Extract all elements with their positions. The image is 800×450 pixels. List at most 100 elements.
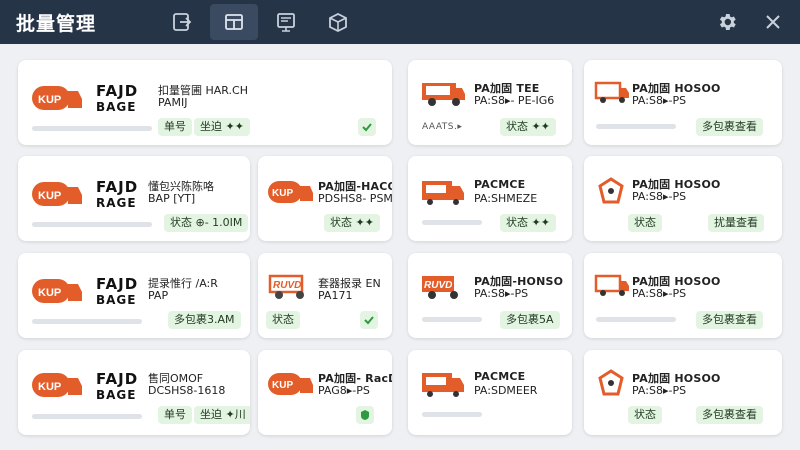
package-card[interactable]: RUVD PA加固-HONSO PA:S8▸-PS 多包裹5A (408, 253, 572, 338)
tracking-text: AAATS.▸ (422, 122, 463, 132)
package-card[interactable]: PACMCE PA:SHMEZE 状态 ✦✦ (408, 156, 572, 241)
logo-text: RUVD (273, 280, 301, 291)
blurred-text (32, 222, 152, 227)
multi-package-badge[interactable]: 多包裹3.AM (168, 311, 241, 329)
logo-text: RUVD (424, 280, 452, 291)
status-badge[interactable]: 状态 (628, 406, 662, 424)
blurred-text (596, 124, 676, 129)
status-badge[interactable]: 状态 ✦✦ (500, 118, 556, 136)
layout-icon (225, 14, 243, 30)
blurred-text (596, 317, 676, 322)
ruvd-truck-logo: RUVD (422, 276, 458, 299)
bulk-view-badge[interactable]: 扰量查看 (708, 214, 764, 232)
status-badge[interactable]: 状态 ✦✦ (500, 214, 556, 232)
multi-package-view-badge[interactable]: 多包裹查看 (696, 118, 763, 136)
package-card[interactable]: PA加固 HOSOO PA:S8▸-PS 状态 扰量查看 (584, 156, 782, 241)
check-button[interactable] (360, 311, 378, 329)
package-card[interactable]: KUP PA加固-HACO PDSHS8- PSM 状态 ✦✦ (258, 156, 392, 241)
logo-text: KUP (38, 287, 61, 299)
package-code: PA171 (318, 289, 353, 302)
check-button[interactable] (358, 118, 376, 136)
brand-line-1: FAJD (96, 82, 139, 100)
multi-package-view-badge[interactable]: 多包裹查看 (696, 311, 763, 329)
shield-icon (361, 410, 369, 420)
brand-line-1: FAJD (96, 275, 139, 293)
status-badge[interactable]: 状态 ⊕- 1.0IM (164, 214, 249, 232)
package-code: PA:S8▸-PS (632, 94, 687, 107)
order-number-badge[interactable]: 单号 (158, 406, 192, 424)
gear-icon (719, 14, 736, 30)
package-code: PA:S8▸-PS (632, 190, 687, 203)
close-icon (766, 15, 780, 29)
kup-truck-logo: KUP (268, 181, 313, 203)
blurred-text (422, 317, 482, 322)
logo-text: KUP (38, 190, 61, 202)
package-card[interactable]: KUP FAJD BAGE 扣量管圃 HAR.CH PAMIJ 单号 坐迫 ✦✦ (18, 60, 392, 145)
logo-text: KUP (272, 188, 293, 199)
blurred-text (32, 414, 142, 419)
toolbar-layout-button[interactable] (210, 4, 258, 40)
package-code: PA:S8▸- PE-IG6 (474, 94, 555, 107)
toolbar-export-button[interactable] (158, 4, 206, 40)
check-icon (364, 316, 374, 325)
package-card[interactable]: KUP PA加固- RacD PAG8▸-PS (258, 350, 392, 435)
brand-line-2: BAGE (96, 388, 137, 402)
package-grid: KUP FAJD BAGE 扣量管圃 HAR.CH PAMIJ 单号 坐迫 ✦✦… (0, 44, 800, 450)
kup-truck-logo: KUP (32, 373, 82, 397)
truck-logo (422, 181, 464, 205)
package-code: BAP [YT] (148, 192, 196, 205)
kup-truck-logo: KUP (268, 373, 313, 395)
truck-logo (422, 373, 464, 397)
list-icon (277, 13, 295, 32)
blurred-text (32, 126, 152, 131)
package-code: PA:SHMEZE (474, 192, 538, 205)
export-icon (173, 13, 192, 31)
package-card[interactable]: KUP FAJD BAGE 提录惟行 /A:R PAP 多包裹3.AM (18, 253, 250, 338)
package-name: PACMCE (474, 370, 526, 383)
settings-button[interactable] (713, 8, 741, 36)
package-card[interactable]: PACMCE PA:SDMEER (408, 350, 572, 435)
package-code: PAMIJ (158, 96, 188, 109)
package-code: PA:S8▸-PS (632, 287, 687, 300)
order-number-badge[interactable]: 单号 (158, 118, 192, 136)
toolbar-list-button[interactable] (262, 4, 310, 40)
status-badge[interactable]: 状态 (266, 311, 300, 329)
kup-truck-logo: KUP (32, 279, 82, 303)
multi-package-badge[interactable]: 多包裹5A (500, 311, 560, 329)
package-name: PACMCE (474, 178, 526, 191)
package-code: PA:S8▸-PS (632, 384, 687, 397)
package-card[interactable]: PA加固 HOSOO PA:S8▸-PS 多包裹查看 (584, 60, 782, 145)
brand-line-2: BAGE (96, 100, 137, 114)
status-badge[interactable]: 坐迫 ✦✦ (194, 118, 250, 136)
multi-package-view-badge[interactable]: 多包裹查看 (696, 406, 763, 424)
box-icon (329, 12, 347, 33)
kup-truck-logo: KUP (32, 86, 82, 110)
status-badge[interactable]: 坐迫 ✦川 (194, 406, 250, 424)
package-card[interactable]: KUP FAJD BAGE 售同OMOF DCSHS8-1618 单号 坐迫 ✦… (18, 350, 250, 435)
package-card[interactable]: KUP FAJD RAGE 懂包兴陈陈咯 BAP [YT] 状态 ⊕- 1.0I… (18, 156, 250, 241)
status-badge[interactable]: 状态 ✦✦ (324, 214, 380, 232)
kup-truck-logo: KUP (32, 182, 82, 206)
ruvd-truck-logo: RUVD (268, 274, 304, 299)
check-icon (362, 123, 372, 132)
logo-text: KUP (38, 381, 61, 393)
toolbar-box-button[interactable] (314, 4, 362, 40)
brand-line-2: BAGE (96, 293, 137, 307)
package-code: PA:S8▸-PS (474, 287, 529, 300)
blurred-text (422, 412, 482, 417)
package-card[interactable]: PA加固 HOSOO PA:S8▸-PS 状态 多包裹查看 (584, 350, 782, 435)
close-button[interactable] (759, 8, 787, 36)
package-card[interactable]: PA加固 TEE PA:S8▸- PE-IG6 AAATS.▸ 状态 ✦✦ (408, 60, 572, 145)
shield-button[interactable] (356, 406, 374, 424)
logo-text: KUP (272, 380, 293, 391)
package-card[interactable]: PA加固 HOSOO PA:S8▸-PS 多包裹查看 (584, 253, 782, 338)
box-logo (598, 369, 624, 396)
app-title: 批量管理 (16, 13, 97, 35)
package-card[interactable]: RUVD 套器报录 EN PA171 状态 (258, 253, 392, 338)
ruvd-truck-logo (594, 274, 629, 296)
status-badge[interactable]: 状态 (628, 214, 662, 232)
brand-line-2: RAGE (96, 196, 137, 210)
blurred-text (32, 319, 142, 324)
package-code: PAG8▸-PS (318, 384, 370, 397)
package-code: PA:SDMEER (474, 384, 538, 397)
